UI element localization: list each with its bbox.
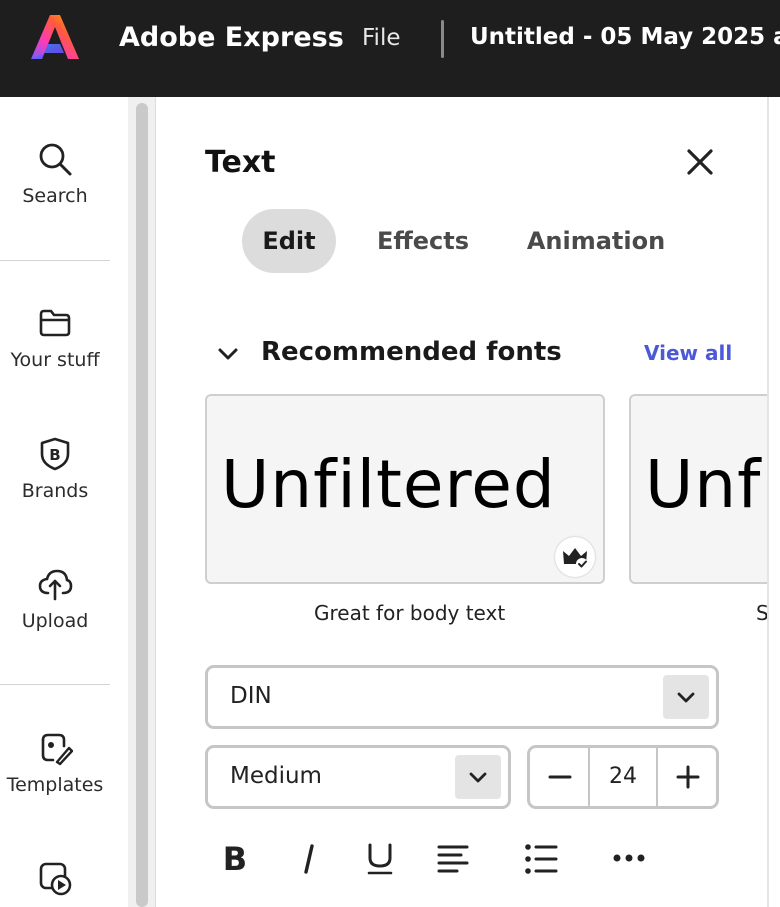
font-card[interactable]: Unfiltered xyxy=(205,394,605,584)
file-menu[interactable]: File xyxy=(362,25,401,51)
font-family-dropdown-button[interactable] xyxy=(663,675,709,719)
chevron-down-icon xyxy=(677,692,695,703)
font-weight-select[interactable]: Medium xyxy=(205,745,511,809)
templates-icon xyxy=(41,733,73,766)
font-sample-text: Unfiltered xyxy=(221,446,556,523)
recommended-fonts-heading: Recommended fonts xyxy=(261,337,562,367)
panel-title: Text xyxy=(205,145,276,180)
decrease-font-size-button[interactable] xyxy=(530,748,590,806)
left-rail: Search Your stuff B Brands Upload Templa… xyxy=(0,97,128,907)
rail-item-search[interactable]: Search xyxy=(0,141,110,207)
rail-divider xyxy=(0,260,110,261)
align-left-button[interactable] xyxy=(431,837,475,881)
rail-label-templates: Templates xyxy=(6,774,104,796)
font-family-value: DIN xyxy=(230,683,272,709)
align-left-icon xyxy=(437,845,469,873)
document-title[interactable]: Untitled - 05 May 2025 at 2 xyxy=(470,24,780,50)
tab-animation[interactable]: Animation xyxy=(519,209,673,273)
italic-icon xyxy=(304,844,314,874)
rail-item-brands[interactable]: B Brands xyxy=(0,436,110,502)
close-panel-button[interactable] xyxy=(683,145,717,179)
rail-label-your-stuff: Your stuff xyxy=(10,349,100,371)
rail-divider xyxy=(0,684,110,685)
rail-scrollbar[interactable] xyxy=(128,97,156,907)
adobe-express-logo-icon[interactable] xyxy=(30,13,80,61)
video-photo-icon xyxy=(39,862,72,896)
chevron-down-icon[interactable] xyxy=(215,341,241,367)
font-card[interactable]: Unfiltered xyxy=(629,394,767,584)
font-size-stepper: 24 xyxy=(527,745,719,809)
panel-right-edge xyxy=(767,97,780,907)
svg-text:B: B xyxy=(223,840,247,878)
rail-item-upload[interactable]: Upload xyxy=(0,566,110,632)
font-card-caption: Great for body text xyxy=(314,601,506,625)
rail-label-upload: Upload xyxy=(21,610,89,632)
header-divider xyxy=(441,20,444,58)
folder-icon xyxy=(39,309,71,337)
font-weight-value: Medium xyxy=(230,763,322,789)
tab-effects[interactable]: Effects xyxy=(367,209,479,273)
upload-cloud-icon xyxy=(38,569,73,601)
rail-scrollbar-thumb[interactable] xyxy=(136,103,148,907)
font-family-select[interactable]: DIN xyxy=(205,665,719,729)
bold-icon: B xyxy=(223,840,247,878)
font-weight-dropdown-button[interactable] xyxy=(455,755,501,799)
rail-item-video[interactable] xyxy=(0,860,110,896)
tab-edit[interactable]: Edit xyxy=(242,209,336,273)
underline-icon xyxy=(367,843,393,875)
rail-item-templates[interactable]: Templates xyxy=(0,730,110,796)
rail-label-brands: Brands xyxy=(21,480,89,502)
rail-item-your-stuff[interactable]: Your stuff xyxy=(0,305,110,371)
brand-name: Adobe Express xyxy=(119,22,344,53)
bullet-list-button[interactable] xyxy=(519,837,563,881)
font-size-value[interactable]: 24 xyxy=(590,748,656,806)
rail-label-search: Search xyxy=(22,185,88,207)
bold-button[interactable]: B xyxy=(213,837,257,881)
close-icon xyxy=(687,149,713,175)
more-horizontal-icon xyxy=(613,854,645,862)
more-options-button[interactable] xyxy=(607,837,651,881)
top-bar: Adobe Express File Untitled - 05 May 202… xyxy=(0,0,780,97)
premium-crown-icon xyxy=(563,548,588,570)
plus-icon xyxy=(676,765,700,789)
svg-text:B: B xyxy=(49,446,60,464)
underline-button[interactable] xyxy=(358,837,402,881)
font-card-caption: S xyxy=(756,601,767,625)
brand-shield-icon: B xyxy=(40,437,70,471)
chevron-down-icon xyxy=(469,772,487,783)
view-all-link[interactable]: View all xyxy=(644,341,732,365)
italic-button[interactable] xyxy=(287,837,331,881)
bullet-list-icon xyxy=(525,844,558,874)
minus-icon xyxy=(548,775,572,779)
increase-font-size-button[interactable] xyxy=(656,748,716,806)
premium-badge xyxy=(555,537,595,577)
text-panel: Text Edit Effects Animation Recommended … xyxy=(157,97,767,907)
search-icon xyxy=(39,143,72,176)
font-sample-text: Unfiltered xyxy=(645,446,767,523)
